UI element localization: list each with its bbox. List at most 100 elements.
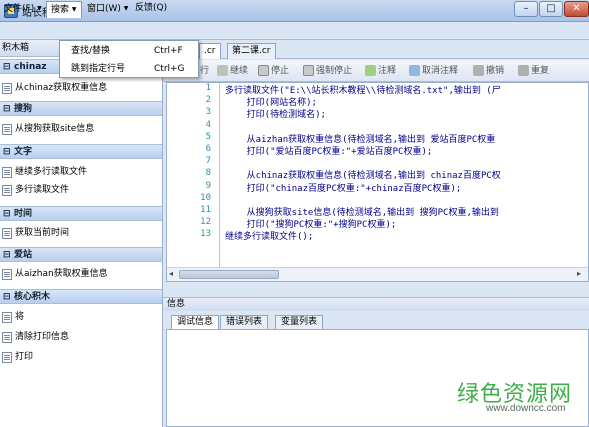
list-item[interactable]: 多行读取文件 (0, 182, 162, 199)
line-number: 11 (200, 205, 211, 215)
line-number-gutter: 1 2 3 4 5 6 7 8 9 10 11 12 13 (167, 83, 211, 267)
menu-search-label: 搜索 (51, 5, 70, 15)
list-item[interactable]: 获取当前时间 (0, 225, 162, 242)
line-number: 13 (200, 229, 211, 240)
item-label: 继续多行读取文件 (15, 167, 88, 177)
continue-icon (217, 65, 228, 76)
block-icon (2, 167, 12, 178)
editor-toolbar: 行 继续 停止 强制停止 注释 取消注释 撤销 重复 (163, 60, 589, 82)
maximize-button[interactable]: □ (539, 1, 563, 17)
tab-document-1[interactable]: .cr (199, 43, 221, 59)
info-panel-header: 信息 (163, 297, 589, 311)
item-label: 从aizhan获取权重信息 (15, 269, 108, 279)
watermark-url: www.downcc.com (486, 403, 566, 414)
force-stop-button[interactable]: 强制停止 (303, 64, 352, 78)
block-icon (2, 124, 12, 135)
list-item[interactable]: 打印 (0, 349, 162, 366)
code-line: 继续多行读取文件(); (225, 232, 314, 243)
collapse-icon: ⊟ (3, 209, 11, 219)
menu-feedback-label: 反馈(Q) (135, 3, 168, 13)
undo-icon (473, 65, 484, 76)
menu-file-label: 文件(F) (4, 4, 35, 14)
tab-debug-info[interactable]: 调试信息 (171, 315, 220, 329)
code-line: 打印("搜狗PC权重:"+搜狗PC权重); (225, 220, 397, 231)
block-icon (2, 332, 12, 343)
tab-document-2[interactable]: 第二课.cr (227, 43, 276, 59)
menu-file[interactable]: 文件(F) ▼ (0, 1, 46, 17)
group-label: 爱站 (14, 250, 33, 260)
code-line: 打印("chinaz百度PC权重:"+chinaz百度PC权重); (225, 183, 462, 194)
minimize-button[interactable]: – (514, 1, 538, 17)
block-icon (2, 352, 12, 363)
collapse-icon: ⊟ (3, 62, 11, 72)
block-icon (2, 185, 12, 196)
menu-item-find-replace[interactable]: 查找/替换 Ctrl+F (60, 42, 198, 60)
code-line: 多行读取文件("E:\\站长积木教程\\待检测域名.txt",输出到 (尸 (225, 86, 501, 96)
uncomment-icon (409, 65, 420, 76)
collapse-icon: ⊟ (3, 250, 11, 260)
toolbox-panel: ⊟ chinaz 从chinaz获取权重信息 ⊟ 搜狗 从搜狗获取site信息 ⊟ 文… (0, 57, 163, 427)
menu-window-label: 窗口(W) (87, 4, 121, 14)
chevron-down-icon: ▼ (37, 5, 42, 12)
menu-item-goto-line[interactable]: 跳到指定行号 Ctrl+G (60, 60, 198, 78)
line-number: 5 (205, 131, 211, 142)
group-label: chinaz (14, 62, 47, 72)
item-label: 从搜狗获取site信息 (15, 124, 95, 134)
continue-button[interactable]: 继续 (217, 64, 248, 78)
list-item[interactable]: 继续多行读取文件 (0, 164, 162, 181)
run-label: 行 (200, 66, 210, 76)
scroll-left-icon[interactable]: ◂ (169, 269, 173, 278)
close-button[interactable]: ✕ (564, 1, 589, 17)
line-number: 9 (205, 180, 211, 191)
redo-label: 重复 (531, 66, 550, 76)
list-item[interactable]: 从搜狗获取site信息 (0, 121, 162, 138)
collapse-icon: ⊟ (3, 104, 11, 114)
list-item[interactable]: 将 (0, 309, 162, 326)
comment-button[interactable]: 注释 (365, 64, 396, 78)
group-aizhan[interactable]: ⊟ 爱站 (0, 247, 162, 262)
undo-button[interactable]: 撤销 (473, 64, 504, 78)
horizontal-scrollbar[interactable]: ◂ ▸ (167, 267, 588, 281)
block-icon (2, 269, 12, 280)
item-label: 获取当前时间 (15, 228, 70, 238)
menu-search[interactable]: 搜索 ▼ (46, 1, 82, 18)
list-item[interactable]: 清除打印信息 (0, 329, 162, 346)
list-item[interactable]: 从aizhan获取权重信息 (0, 266, 162, 283)
group-time[interactable]: ⊟ 时间 (0, 206, 162, 221)
menu-item-shortcut: Ctrl+G (154, 64, 185, 74)
tab-variable-list[interactable]: 变量列表 (275, 315, 324, 329)
code-line: 打印(待检测域名); (225, 110, 326, 121)
menu-feedback[interactable]: 反馈(Q) (131, 1, 171, 17)
scrollbar-thumb[interactable] (179, 270, 279, 279)
group-sogou[interactable]: ⊟ 搜狗 (0, 101, 162, 116)
uncomment-button[interactable]: 取消注释 (409, 64, 458, 78)
redo-icon (518, 65, 529, 76)
scroll-right-icon[interactable]: ▸ (577, 269, 581, 278)
group-label: 时间 (14, 209, 33, 219)
force-stop-icon (303, 65, 314, 76)
code-line: 打印(网站名称); (225, 98, 317, 109)
undo-label: 撤销 (486, 66, 505, 76)
continue-label: 继续 (230, 66, 249, 76)
stop-icon (258, 65, 269, 76)
group-label: 文字 (14, 147, 33, 157)
line-number: 4 (205, 119, 211, 130)
block-icon (2, 228, 12, 239)
line-number: 3 (205, 107, 211, 118)
collapse-icon: ⊟ (3, 147, 11, 157)
run-button[interactable]: 行 (200, 64, 209, 78)
menu-window[interactable]: 窗口(W) ▼ (83, 1, 132, 17)
redo-button[interactable]: 重复 (518, 64, 549, 78)
code-editor[interactable]: 1 2 3 4 5 6 7 8 9 10 11 12 13 多行读取文件("E:\\站长积木教程\\待检… (166, 82, 589, 282)
line-number: 7 (205, 156, 211, 167)
menu-item-shortcut: Ctrl+F (154, 46, 183, 56)
tab-error-list[interactable]: 错误列表 (220, 315, 269, 329)
stop-label: 停止 (271, 66, 290, 76)
list-item[interactable]: 从chinaz获取权重信息 (0, 80, 162, 97)
stop-button[interactable]: 停止 (258, 64, 289, 78)
group-text[interactable]: ⊟ 文字 (0, 144, 162, 159)
group-core[interactable]: ⊟ 核心积木 (0, 289, 162, 304)
chevron-down-icon: ▼ (123, 5, 129, 12)
menu-item-label: 跳到指定行号 (71, 64, 126, 74)
uncomment-label: 取消注释 (422, 66, 459, 76)
